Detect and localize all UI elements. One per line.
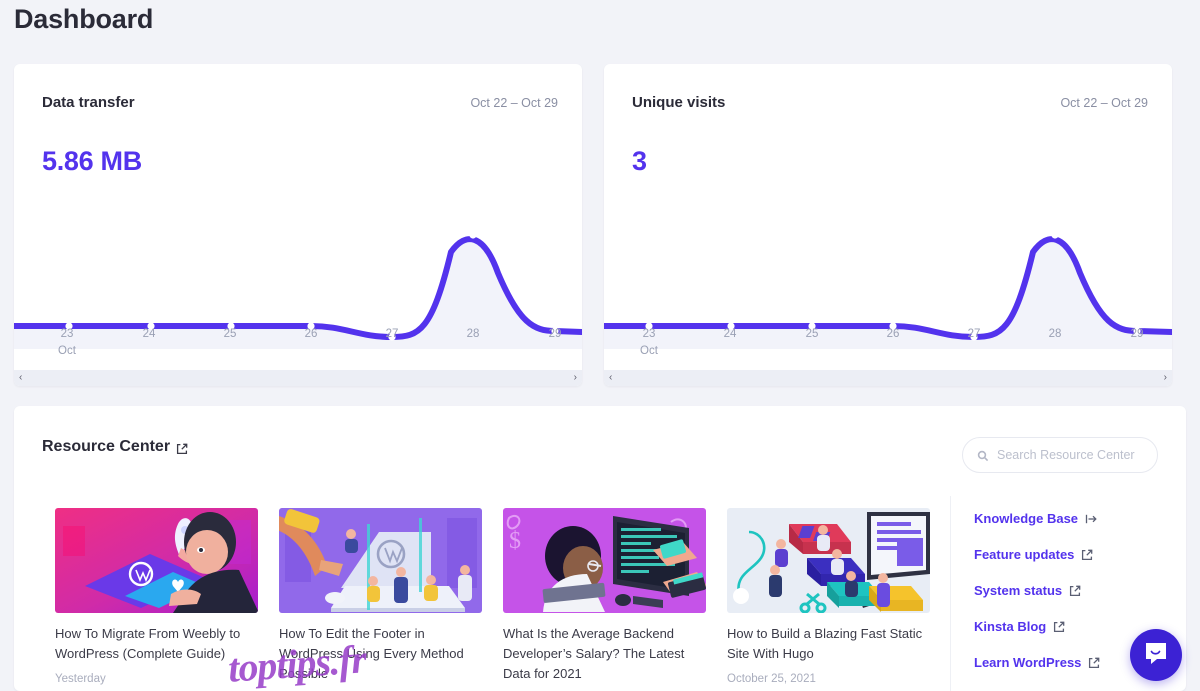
link-knowledge-base[interactable]: Knowledge Base bbox=[974, 511, 1099, 526]
list-item[interactable]: $ What Is the Average Backend Developer’… bbox=[503, 508, 706, 691]
axis-tick: 26 bbox=[304, 328, 318, 340]
dashboard-page: Dashboard Data transfer Oct 22 – Oct 29 … bbox=[0, 0, 1200, 691]
axis-tick: 25 bbox=[223, 328, 237, 340]
data-transfer-chart[interactable] bbox=[14, 189, 582, 349]
external-link-icon bbox=[1081, 549, 1093, 561]
arrow-right-bar-icon bbox=[1085, 513, 1097, 524]
article-date: Yesterday bbox=[55, 673, 106, 685]
axis-tick: 24 bbox=[723, 328, 737, 340]
stat-card-unique-visits: Unique visits Oct 22 – Oct 29 3 23 Oct 2… bbox=[604, 64, 1172, 386]
axis-tick-label: 23 bbox=[60, 328, 74, 340]
stat-card-title: Unique visits bbox=[632, 94, 726, 111]
stat-card-title: Data transfer bbox=[42, 94, 135, 111]
article-thumbnail[interactable] bbox=[55, 508, 258, 613]
resource-center-title-label: Resource Center bbox=[42, 438, 171, 455]
stat-card-data-transfer: Data transfer Oct 22 – Oct 29 5.86 MB 23… bbox=[14, 64, 582, 386]
list-item[interactable]: How To Migrate From Weebly to WordPress … bbox=[55, 508, 258, 691]
resource-center-title[interactable]: Resource Center bbox=[42, 438, 188, 456]
axis-tick-label: 23 bbox=[642, 328, 656, 340]
article-list: How To Migrate From Weebly to WordPress … bbox=[55, 508, 931, 691]
axis-tick: 29 bbox=[548, 328, 562, 340]
link-kinsta-blog[interactable]: Kinsta Blog bbox=[974, 619, 1099, 634]
article-title[interactable]: How to Build a Blazing Fast Static Site … bbox=[727, 624, 930, 664]
external-link-icon bbox=[1053, 621, 1065, 633]
chart-horizontal-scrollbar[interactable]: ‹ › bbox=[14, 370, 582, 386]
axis-tick: 25 bbox=[805, 328, 819, 340]
article-title[interactable]: What Is the Average Backend Developer’s … bbox=[503, 624, 706, 684]
axis-tick: 27 bbox=[385, 328, 399, 340]
scroll-left-arrow-icon[interactable]: ‹ bbox=[609, 373, 612, 383]
scroll-right-arrow-icon[interactable]: › bbox=[1164, 373, 1167, 383]
search-input[interactable] bbox=[997, 448, 1143, 462]
axis-tick: 23 Oct bbox=[42, 326, 92, 360]
svg-text:$: $ bbox=[509, 528, 521, 554]
axis-unit-label: Oct bbox=[640, 345, 658, 357]
link-label: Learn WordPress bbox=[974, 655, 1082, 670]
stat-card-value: 3 bbox=[632, 146, 647, 176]
page-title: Dashboard bbox=[14, 4, 154, 34]
search-icon bbox=[977, 449, 989, 462]
stat-card-header: Data transfer Oct 22 – Oct 29 bbox=[42, 94, 558, 111]
axis-tick: 23 Oct bbox=[624, 326, 674, 360]
axis-unit-label: Oct bbox=[58, 345, 76, 357]
stat-cards-row: Data transfer Oct 22 – Oct 29 5.86 MB 23… bbox=[14, 64, 1186, 386]
external-link-icon bbox=[176, 442, 188, 454]
unique-visits-chart[interactable] bbox=[604, 189, 1172, 349]
article-title[interactable]: How To Migrate From Weebly to WordPress … bbox=[55, 624, 258, 664]
axis-tick: 27 bbox=[967, 328, 981, 340]
list-item[interactable]: How To Edit the Footer in WordPress Usin… bbox=[279, 508, 482, 691]
link-label: Kinsta Blog bbox=[974, 619, 1047, 634]
link-feature-updates[interactable]: Feature updates bbox=[974, 547, 1099, 562]
link-label: Feature updates bbox=[974, 547, 1075, 562]
article-thumbnail[interactable] bbox=[279, 508, 482, 613]
scroll-left-arrow-icon[interactable]: ‹ bbox=[19, 373, 22, 383]
article-title[interactable]: How To Edit the Footer in WordPress Usin… bbox=[279, 624, 482, 684]
chart-horizontal-scrollbar[interactable]: ‹ › bbox=[604, 370, 1172, 386]
data-transfer-x-axis: 23 Oct 24 25 26 27 28 29 bbox=[14, 326, 582, 372]
axis-tick: 29 bbox=[1130, 328, 1144, 340]
panel-divider bbox=[950, 496, 951, 691]
stat-card-header: Unique visits Oct 22 – Oct 29 bbox=[632, 94, 1148, 111]
search-resource-center[interactable] bbox=[962, 437, 1158, 473]
external-link-icon bbox=[1069, 585, 1081, 597]
stat-card-value: 5.86 MB bbox=[42, 146, 142, 176]
scroll-right-arrow-icon[interactable]: › bbox=[574, 373, 577, 383]
axis-tick: 26 bbox=[886, 328, 900, 340]
chat-launcher-button[interactable] bbox=[1130, 629, 1182, 681]
external-link-icon bbox=[1088, 657, 1100, 669]
list-item[interactable]: How to Build a Blazing Fast Static Site … bbox=[727, 508, 930, 691]
stat-card-date-range: Oct 22 – Oct 29 bbox=[470, 96, 558, 110]
resource-links-list: Knowledge Base Feature updates System st… bbox=[974, 511, 1100, 670]
resource-center-panel: Resource Center Search Resource Center H… bbox=[14, 406, 1186, 691]
link-label: System status bbox=[974, 583, 1063, 598]
article-thumbnail[interactable] bbox=[727, 508, 930, 613]
article-date: October 25, 2021 bbox=[727, 673, 816, 685]
stat-card-date-range: Oct 22 – Oct 29 bbox=[1060, 96, 1148, 110]
article-thumbnail[interactable]: $ bbox=[503, 508, 706, 613]
link-label: Knowledge Base bbox=[974, 511, 1079, 526]
axis-tick: 24 bbox=[142, 328, 156, 340]
axis-tick: 28 bbox=[1048, 328, 1062, 340]
unique-visits-x-axis: 23 Oct 24 25 26 27 28 29 bbox=[604, 326, 1172, 372]
link-system-status[interactable]: System status bbox=[974, 583, 1099, 598]
axis-tick: 28 bbox=[466, 328, 480, 340]
link-learn-wordpress[interactable]: Learn WordPress bbox=[974, 655, 1100, 670]
chat-bubble-icon bbox=[1143, 640, 1169, 671]
